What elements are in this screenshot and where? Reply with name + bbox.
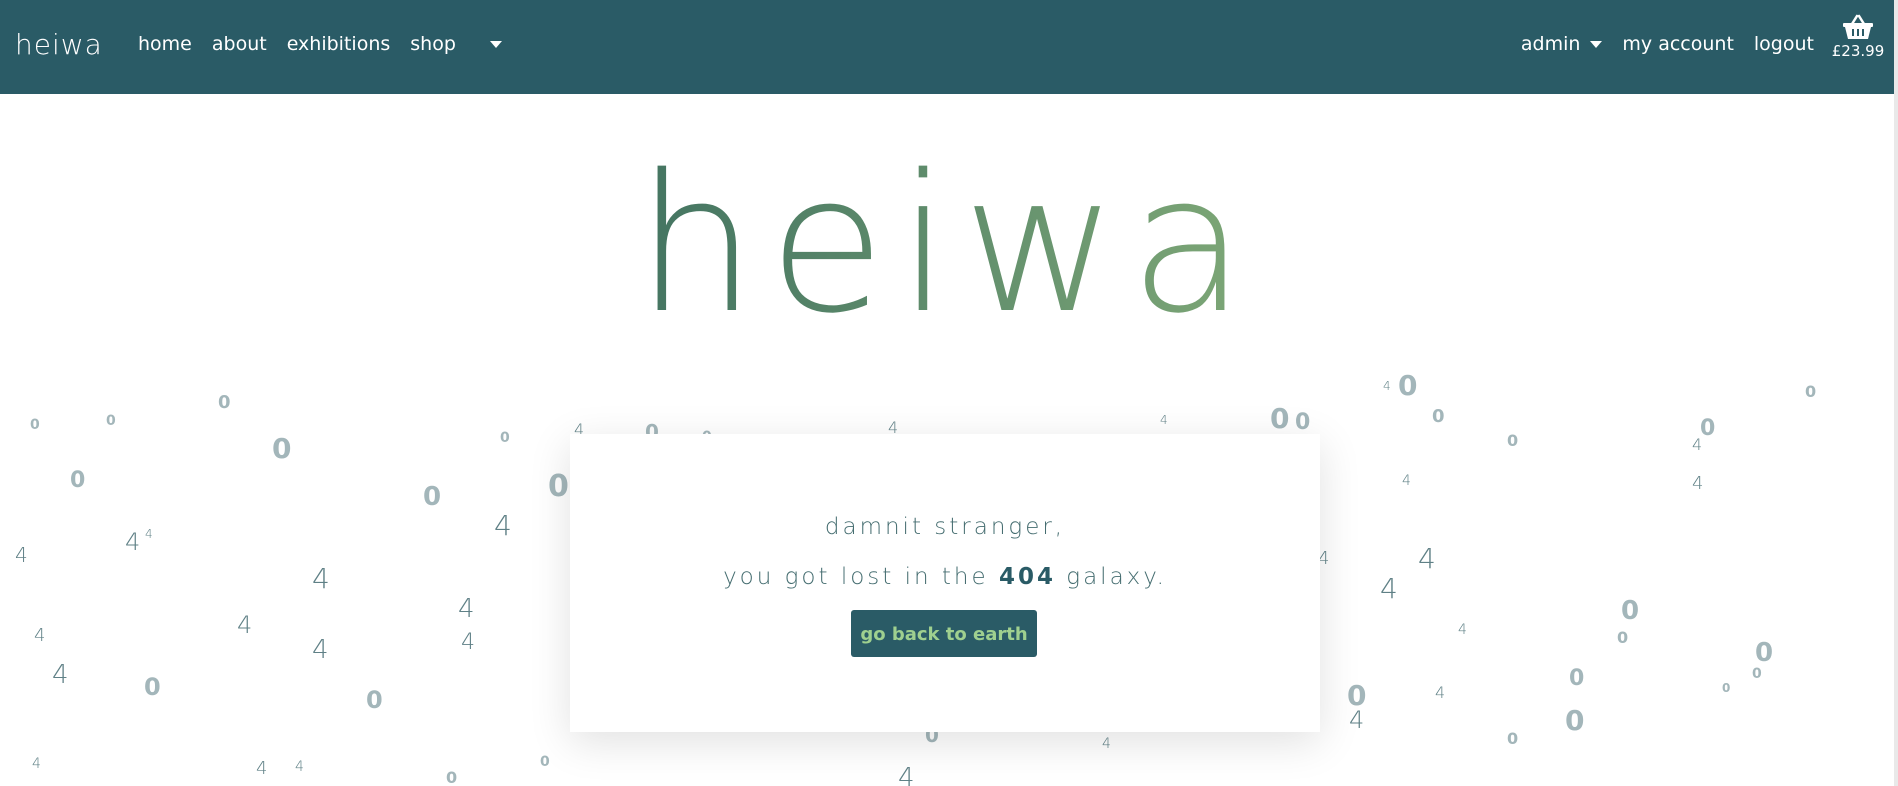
error-message-suffix: galaxy. [1066,564,1167,590]
background-digit-four: 4 [34,625,46,646]
background-digit-four: 4 [1458,622,1467,638]
background-digit-four: 4 [494,509,512,542]
navbar: heiwa home about exhibitions shop admin … [0,0,1894,94]
background-digit-four: 4 [1418,542,1436,575]
background-digit-zero: 0 [272,432,292,465]
background-digit-four: 4 [1160,413,1168,427]
background-digit-zero: 0 [1432,406,1445,427]
logout-link[interactable]: logout [1754,33,1814,55]
error-message-line2: you got lost in the 404 galaxy. [570,564,1320,590]
background-digit-four: 4 [312,635,329,665]
background-digit-zero: 0 [548,469,569,504]
background-digit-four: 4 [458,594,475,624]
nav-exhibitions[interactable]: exhibitions [287,33,391,55]
background-digit-zero: 0 [70,468,86,493]
background-digit-four: 4 [1435,683,1446,702]
background-digit-four: 4 [898,763,915,786]
main-nav: home about exhibitions shop [138,33,502,55]
admin-caret-icon [1590,41,1603,48]
scrollbar[interactable] [1894,0,1898,786]
background-digit-zero: 0 [423,482,442,512]
background-digit-four: 4 [125,528,141,556]
my-account-link[interactable]: my account [1622,33,1734,55]
background-digit-zero: 0 [1700,416,1716,441]
go-back-button[interactable]: go back to earth [851,610,1037,657]
shop-dropdown-caret-icon[interactable] [489,40,502,48]
background-digit-zero: 0 [1270,402,1290,435]
background-digit-four: 4 [1692,473,1704,494]
background-digit-zero: 0 [1565,704,1585,737]
background-digit-zero: 0 [1507,431,1519,450]
error-message-line1: damnit stranger, [824,514,1066,540]
error-message-prefix: you got lost in the [723,564,989,590]
background-digit-four: 4 [312,562,330,595]
basket-button[interactable]: £23.99 [1830,14,1886,60]
background-digit-four: 4 [1380,572,1398,605]
background-digit-four: 4 [1349,706,1365,734]
background-digit-four: 4 [1692,435,1703,454]
background-digit-zero: 0 [1295,410,1311,435]
background-digit-four: 4 [1402,473,1411,489]
nav-about[interactable]: about [212,33,267,55]
background-digit-zero: 0 [500,430,510,446]
background-digit-zero: 0 [1569,666,1585,691]
background-digit-four: 4 [1383,379,1391,393]
background-digit-zero: 0 [540,754,550,770]
background-digit-four: 4 [295,759,304,775]
background-digit-zero: 0 [1722,681,1731,695]
background-digit-zero: 0 [218,392,231,413]
basket-icon [1843,14,1873,39]
page: heiwa home about exhibitions shop admin … [0,0,1898,786]
error-code: 404 [998,564,1056,590]
admin-label: admin [1520,33,1581,55]
background-digit-four: 4 [237,611,253,639]
background-digit-zero: 0 [1805,382,1817,401]
account-nav: admin my account logout [1521,33,1814,55]
admin-dropdown[interactable]: admin [1521,33,1603,55]
background-digit-four: 4 [461,630,475,655]
background-digit-four: 4 [15,543,28,567]
background-digit-four: 4 [256,758,268,779]
background-digit-zero: 0 [1621,596,1640,626]
background-digit-zero: 0 [446,768,458,786]
error-card: damnit stranger, you got lost in the 404… [570,434,1320,732]
background-digit-zero: 0 [1755,638,1774,668]
background-digit-zero: 0 [1507,729,1519,748]
background-digit-four: 4 [145,527,153,541]
basket-total: £23.99 [1831,42,1885,60]
nav-shop[interactable]: shop [410,33,456,55]
background-digit-zero: 0 [1617,628,1629,647]
hero-logo: heiwa [0,150,1894,340]
background-digit-zero: 0 [144,673,161,701]
background-digit-zero: 0 [366,686,383,714]
background-digit-four: 4 [32,756,41,772]
background-digit-zero: 0 [106,413,116,429]
background-digit-four: 4 [1102,736,1111,752]
background-digit-four: 4 [52,660,69,690]
background-digit-zero: 0 [1398,369,1418,402]
background-digit-zero: 0 [1752,666,1762,682]
brand-link[interactable]: heiwa [15,28,103,61]
background-digit-zero: 0 [30,417,40,433]
nav-home[interactable]: home [138,33,192,55]
